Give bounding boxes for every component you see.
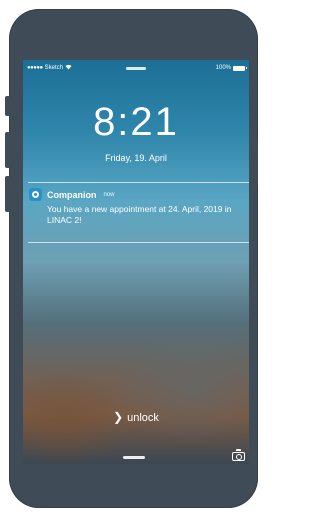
notification-divider-bottom <box>28 242 249 243</box>
companion-app-icon <box>29 188 42 201</box>
notification-divider-top <box>28 182 249 183</box>
wifi-icon <box>65 64 72 72</box>
notification-message: You have a new appointment at 24. April,… <box>47 204 232 225</box>
battery-percent: 100% <box>215 65 231 71</box>
control-center-grabber[interactable] <box>123 456 145 459</box>
lock-screen: ●●●●● Sketch 100% 8:21 Friday, 19. April… <box>23 60 249 464</box>
mute-switch <box>5 96 10 116</box>
unlock-label: unlock <box>127 412 159 424</box>
notification-app-name: Companion <box>47 189 97 200</box>
unlock-slider[interactable]: ❯ unlock <box>23 410 249 424</box>
notification-card[interactable]: Companion now You have a new appointment… <box>29 188 245 226</box>
chevron-right-icon: ❯ <box>113 410 124 424</box>
clock-date: Friday, 19. April <box>105 153 167 163</box>
signal-strength-icon: ●●●●● <box>27 65 43 71</box>
notification-time: now <box>103 191 115 198</box>
volume-up-button <box>5 132 10 168</box>
notification-center-grabber[interactable] <box>126 67 146 70</box>
power-button <box>254 140 258 186</box>
carrier-name: Sketch <box>44 65 63 71</box>
volume-down-button <box>5 176 10 212</box>
clock-time: 8:21 <box>93 100 179 144</box>
battery-icon <box>233 65 247 71</box>
camera-icon[interactable] <box>232 449 245 461</box>
